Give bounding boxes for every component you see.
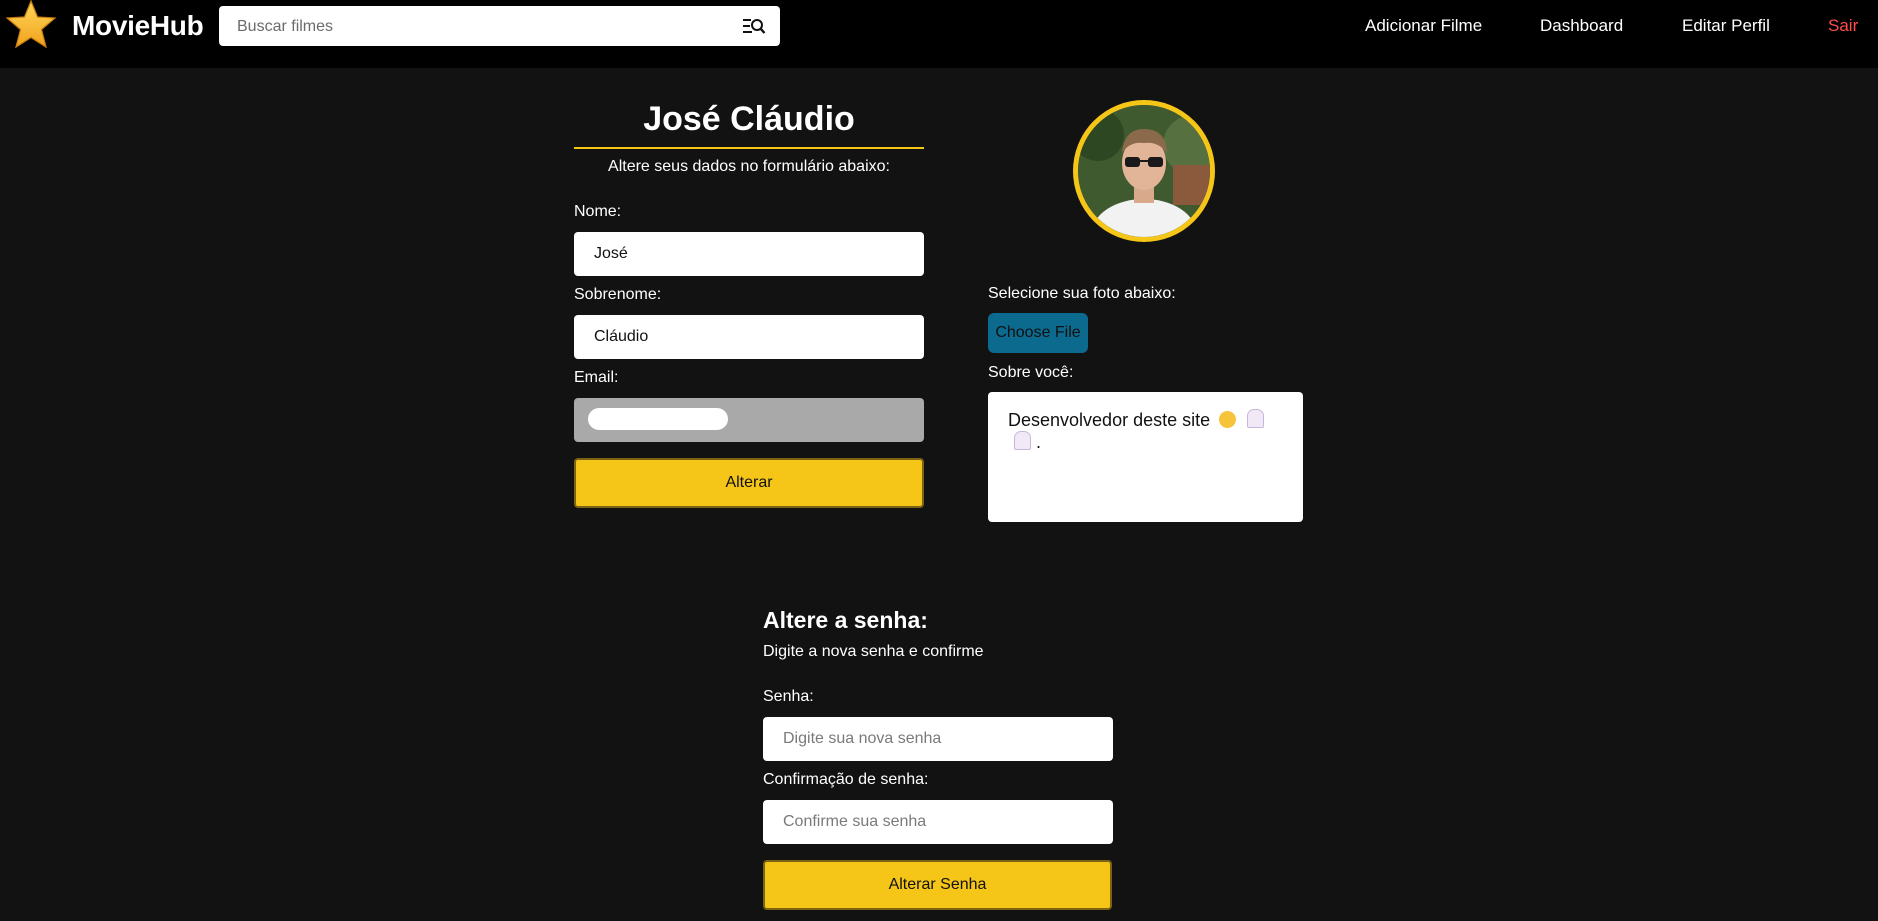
profile-name-title: José Cláudio — [643, 100, 855, 138]
first-name-field[interactable] — [574, 232, 924, 276]
nav-logout[interactable]: Sair — [1828, 16, 1858, 36]
choose-file-button[interactable]: Choose File — [988, 313, 1088, 353]
first-name-label: Nome: — [574, 203, 622, 220]
grinning-face-icon — [1219, 411, 1237, 428]
last-name-field[interactable] — [574, 315, 924, 359]
ghost-icon — [1014, 431, 1031, 450]
search-bar — [219, 6, 780, 48]
new-password-field[interactable] — [763, 717, 1113, 761]
update-password-button[interactable]: Alterar Senha — [763, 860, 1112, 910]
avatar — [1073, 100, 1215, 242]
star-logo-icon[interactable] — [4, 0, 58, 50]
bio-label: Sobre você: — [988, 364, 1074, 381]
nav-edit-profile[interactable]: Editar Perfil — [1682, 16, 1770, 36]
avatar-photo — [1078, 105, 1210, 237]
nav-dashboard[interactable]: Dashboard — [1540, 16, 1623, 36]
confirm-password-label: Confirmação de senha: — [763, 771, 929, 788]
confirm-password-field[interactable] — [763, 800, 1113, 844]
photo-label: Selecione sua foto abaixo: — [988, 285, 1176, 302]
profile-subtitle: Altere seus dados no formulário abaixo: — [608, 158, 890, 175]
bio-suffix: . — [1036, 432, 1042, 452]
update-profile-button[interactable]: Alterar — [574, 458, 924, 508]
navbar: MovieHub Adicionar Filme Dashboard Edita… — [0, 0, 1878, 68]
password-section-title: Altere a senha: — [763, 607, 928, 633]
nav-add-movie[interactable]: Adicionar Filme — [1365, 16, 1482, 36]
search-filter-icon[interactable] — [742, 15, 766, 37]
password-section-subtitle: Digite a nova senha e confirme — [763, 643, 984, 660]
last-name-label: Sobrenome: — [574, 286, 662, 303]
bio-textarea[interactable]: Desenvolvedor deste site . — [988, 392, 1303, 522]
email-redaction — [588, 408, 728, 430]
ghost-icon — [1247, 409, 1265, 428]
bio-text: Desenvolvedor deste site — [1008, 410, 1211, 430]
title-divider — [574, 147, 924, 149]
search-input[interactable] — [235, 6, 739, 48]
password-label: Senha: — [763, 688, 814, 705]
brand-title[interactable]: MovieHub — [72, 10, 204, 42]
email-label: Email: — [574, 369, 619, 386]
